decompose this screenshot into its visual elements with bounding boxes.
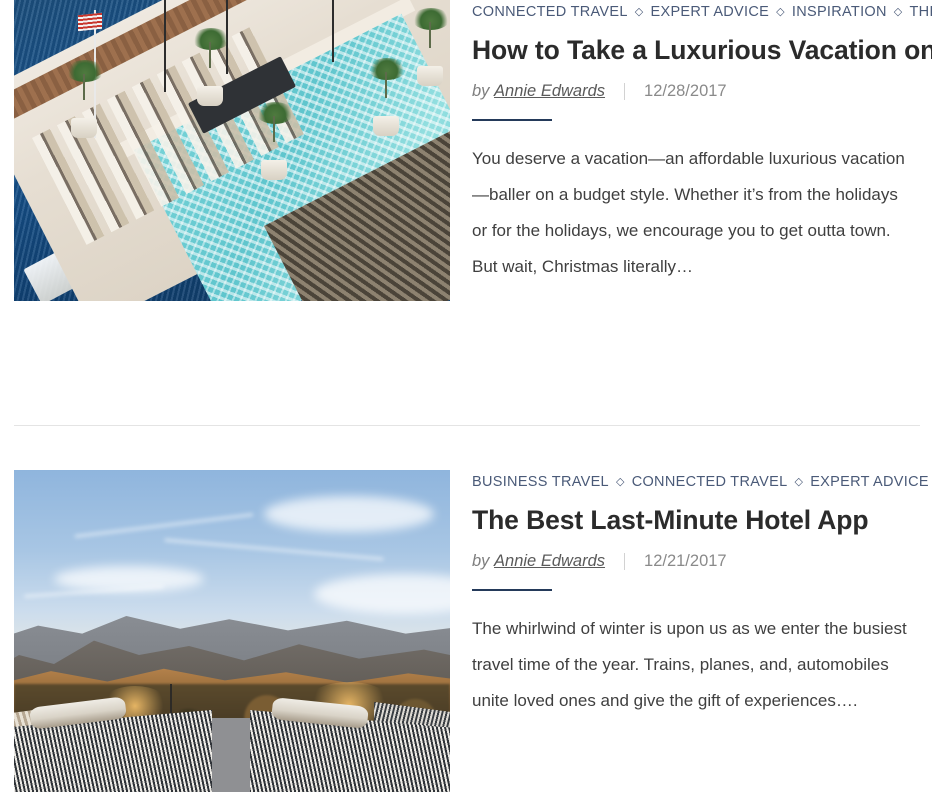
category-link[interactable]: THE JOURNEY — [910, 4, 932, 20]
accent-rule — [472, 588, 552, 591]
diamond-outline-icon: ◇ — [893, 6, 903, 18]
post-title: How to Take a Luxurious Vacation on a Bu… — [472, 33, 932, 69]
diamond-outline-icon: ◇ — [794, 476, 804, 488]
post-content: CONNECTED TRAVEL ◇ EXPERT ADVICE ◇ INSPIRATI… — [436, 0, 932, 285]
cloud-shape — [264, 496, 434, 532]
post-card: CONNECTED TRAVEL ◇ EXPERT ADVICE ◇ INSPIRATI… — [0, 0, 932, 301]
category-link[interactable]: CONNECTED TRAVEL — [632, 474, 788, 490]
post-title-link[interactable]: The Best Last-Minute Hotel App — [472, 505, 869, 535]
diamond-outline-icon: ◇ — [634, 6, 644, 18]
post-date: 12/21/2017 — [644, 551, 727, 570]
category-link[interactable]: EXPERT ADVICE — [651, 4, 770, 20]
category-link[interactable]: BUSINESS TRAVEL — [472, 474, 609, 490]
post-image[interactable] — [14, 0, 450, 301]
meta-divider — [624, 82, 626, 100]
post-categories: CONNECTED TRAVEL ◇ EXPERT ADVICE ◇ INSPIRATI… — [472, 0, 932, 25]
by-label: by — [472, 81, 490, 100]
diamond-outline-icon: ◇ — [776, 6, 785, 18]
post-image[interactable] — [14, 470, 450, 792]
diamond-outline-icon: ◇ — [615, 476, 625, 488]
post-separator — [14, 425, 920, 426]
post-content: BUSINESS TRAVEL ◇ CONNECTED TRAVEL ◇ EXPERT … — [436, 470, 932, 719]
post-categories: BUSINESS TRAVEL ◇ CONNECTED TRAVEL ◇ EXPERT … — [472, 470, 932, 495]
flag-icon — [78, 12, 102, 32]
post-meta: by Annie Edwards 12/28/2017 — [472, 82, 932, 101]
accent-rule — [472, 118, 552, 121]
blog-archive-page: CONNECTED TRAVEL ◇ EXPERT ADVICE ◇ INSPIRATI… — [0, 0, 932, 810]
post-meta: by Annie Edwards 12/21/2017 — [472, 552, 932, 571]
meta-divider — [624, 552, 626, 570]
category-link[interactable]: EXPERT ADVICE — [810, 474, 929, 490]
by-label: by — [472, 551, 490, 570]
post-thumbnail-link[interactable] — [0, 0, 450, 301]
category-link[interactable]: INSPIRATION — [792, 4, 887, 20]
post-excerpt: The whirlwind of winter is upon us as we… — [472, 618, 907, 710]
mast-shape — [164, 0, 166, 92]
category-link[interactable]: CONNECTED TRAVEL — [472, 4, 628, 20]
post-author-link[interactable]: Annie Edwards — [494, 552, 605, 571]
post-title: The Best Last-Minute Hotel App — [472, 503, 932, 539]
post-card: BUSINESS TRAVEL ◇ CONNECTED TRAVEL ◇ EXPERT … — [0, 470, 932, 792]
post-title-link[interactable]: How to Take a Luxurious Vacation on a Bu… — [472, 35, 932, 65]
post-date: 12/28/2017 — [644, 81, 727, 100]
mast-shape — [332, 0, 334, 62]
post-author-link[interactable]: Annie Edwards — [494, 82, 605, 101]
post-thumbnail-link[interactable] — [0, 470, 450, 792]
post-excerpt: You deserve a vacation—an affordable lux… — [472, 148, 905, 276]
